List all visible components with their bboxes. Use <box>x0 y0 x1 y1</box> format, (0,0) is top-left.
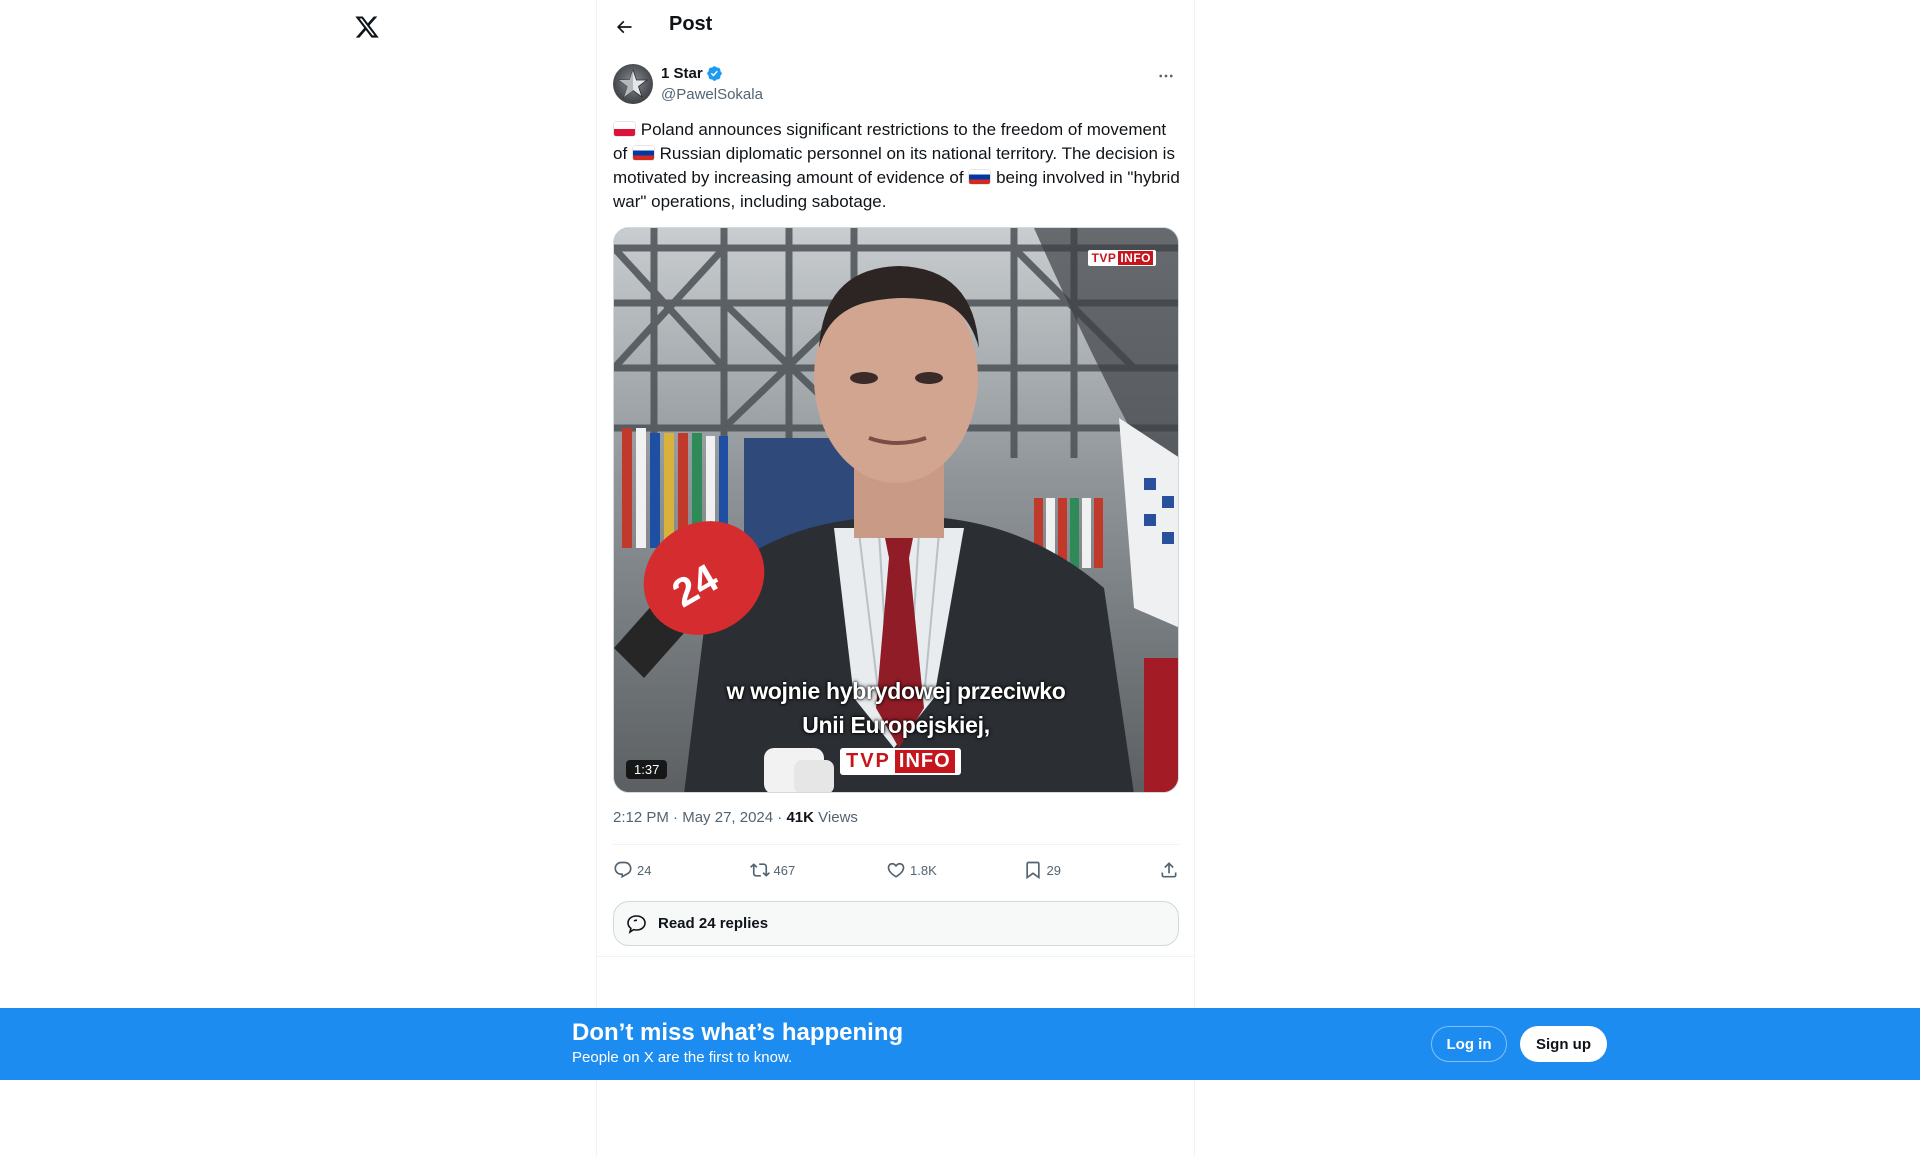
banner-title: Don’t miss what’s happening <box>572 1019 904 1046</box>
bookmark-button[interactable]: 29 <box>1023 860 1083 880</box>
post-time[interactable]: 2:12 PM <box>613 809 669 826</box>
author-name[interactable]: 1 Star <box>661 65 703 82</box>
post-meta: 2:12 PM · May 27, 2024 · 41K Views <box>613 809 858 826</box>
avatar[interactable] <box>613 64 653 104</box>
more-icon <box>1159 74 1173 78</box>
repost-icon <box>749 863 770 877</box>
poland-flag-icon <box>614 122 635 136</box>
subtitle-line-2: Unii Europejskiej, <box>802 712 990 738</box>
main-column: Post 1 Star @PawelSokala Poland announce… <box>596 0 1195 1156</box>
read-replies-label: Read 24 replies <box>658 915 769 932</box>
author-handle[interactable]: @PawelSokala <box>661 86 763 103</box>
bookmark-icon <box>1025 861 1040 880</box>
reply-icon <box>614 861 632 879</box>
signup-banner: Don’t miss what’s happening People on X … <box>0 1008 1920 1080</box>
author-name-row[interactable]: 1 Star <box>661 65 723 82</box>
russia-flag-icon <box>632 146 654 160</box>
tvp-info-mic-logo: TVP INFO <box>840 748 961 775</box>
login-button[interactable]: Log in <box>1431 1026 1507 1062</box>
subtitle-line-1: w wojnie hybrydowej przeciwko <box>726 678 1066 704</box>
repost-count: 467 <box>773 862 796 878</box>
divider <box>613 844 1179 845</box>
x-logo-icon[interactable] <box>354 14 380 40</box>
read-replies-button[interactable]: Read 24 replies <box>613 901 1179 946</box>
post-actions: 24 467 1.8K 29 <box>613 854 1179 886</box>
share-button[interactable] <box>1159 860 1179 880</box>
video-subtitle: w wojnie hybrydowej przeciwko Unii Europ… <box>614 674 1178 742</box>
post-author: 1 Star @PawelSokala <box>613 64 1178 106</box>
reply-button[interactable]: 24 <box>613 860 673 880</box>
post-date[interactable]: May 27, 2024 <box>682 809 773 826</box>
russia-flag-icon <box>969 170 991 184</box>
like-icon <box>887 862 905 878</box>
signup-button[interactable]: Sign up <box>1520 1026 1607 1062</box>
tvp-info-badge: TVP INFO <box>1088 250 1156 266</box>
like-button[interactable]: 1.8K <box>886 860 946 880</box>
chat-bubbles-icon <box>624 911 650 937</box>
top-bar: Post <box>597 0 1194 53</box>
repost-button[interactable]: 467 <box>749 860 810 880</box>
video-duration: 1:37 <box>626 760 668 779</box>
share-icon <box>1161 862 1177 878</box>
bookmark-count: 29 <box>1046 862 1061 878</box>
views-count: 41K <box>786 809 814 826</box>
back-button[interactable] <box>609 12 639 42</box>
video-player[interactable]: 24 TVP INFO w wojnie hybrydowej przeciwk… <box>613 227 1179 793</box>
views-label: Views <box>818 809 858 826</box>
more-button[interactable] <box>1154 64 1178 88</box>
reply-count: 24 <box>637 862 652 878</box>
banner-subtitle: People on X are the first to know. <box>572 1049 793 1066</box>
verified-badge-icon <box>706 66 722 81</box>
divider <box>597 956 1194 957</box>
back-arrow-icon <box>616 20 632 34</box>
post-text: Poland announces significant restriction… <box>613 118 1183 214</box>
like-count: 1.8K <box>910 862 937 878</box>
page-title: Post <box>669 13 713 35</box>
